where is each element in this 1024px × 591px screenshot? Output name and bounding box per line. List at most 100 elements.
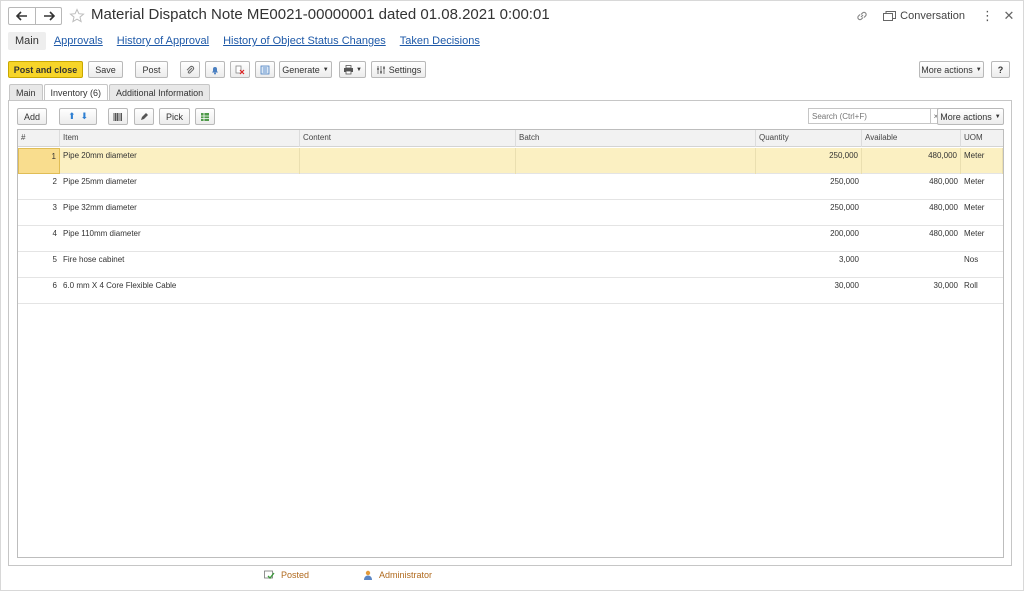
structure-button[interactable] [255, 61, 275, 78]
cell-item[interactable]: Pipe 25mm diameter [60, 174, 300, 200]
cell-quantity[interactable]: 30,000 [756, 278, 862, 304]
page-title: Material Dispatch Note ME0021-00000001 d… [91, 6, 550, 23]
cell-batch[interactable] [516, 174, 756, 200]
post-and-close-button[interactable]: Post and close [8, 61, 83, 78]
edit-button[interactable] [134, 108, 154, 125]
col-content[interactable]: Content [300, 130, 516, 147]
more-actions-button[interactable]: More actions ▼ [919, 61, 984, 78]
col-uom[interactable]: UOM [961, 130, 1003, 147]
cell-available[interactable]: 480,000 [862, 148, 961, 174]
cell-number[interactable]: 6 [18, 278, 60, 304]
col-number[interactable]: # [18, 130, 60, 147]
table-row[interactable]: 1 Pipe 20mm diameter 250,000 480,000 Meter [18, 148, 1003, 174]
cell-uom[interactable]: Meter [961, 148, 1003, 174]
cell-uom[interactable]: Meter [961, 200, 1003, 226]
print-button[interactable]: ▼ [339, 61, 366, 78]
author-link[interactable]: Administrator [363, 570, 432, 580]
forward-button[interactable] [35, 8, 61, 24]
table-row[interactable]: 2 Pipe 25mm diameter 250,000 480,000 Meter [18, 174, 1003, 200]
col-quantity[interactable]: Quantity [756, 130, 862, 147]
table-header: # Item Content Batch Quantity Available … [18, 130, 1003, 147]
cell-available[interactable]: 480,000 [862, 174, 961, 200]
cell-number[interactable]: 3 [18, 200, 60, 226]
tools-icon [376, 65, 385, 74]
search-input[interactable] [808, 108, 931, 124]
cell-content[interactable] [300, 226, 516, 252]
section-approvals[interactable]: Approvals [54, 35, 103, 47]
section-history-of-approval[interactable]: History of Approval [117, 35, 209, 47]
table-more-actions-button[interactable]: More actions ▼ [937, 108, 1004, 125]
reminder-button[interactable] [205, 61, 225, 78]
cell-batch[interactable] [516, 226, 756, 252]
barcode-button[interactable] [108, 108, 128, 125]
cell-available[interactable] [862, 252, 961, 278]
col-available[interactable]: Available [862, 130, 961, 147]
export-button[interactable] [195, 108, 215, 125]
cell-number[interactable]: 1 [18, 148, 60, 174]
back-button[interactable] [9, 8, 35, 24]
move-buttons: ⬆ ⬇ [59, 108, 97, 125]
post-button[interactable]: Post [135, 61, 168, 78]
cell-uom[interactable]: Meter [961, 174, 1003, 200]
cell-uom[interactable]: Nos [961, 252, 1003, 278]
link-icon[interactable] [855, 8, 871, 24]
cell-item[interactable]: Fire hose cabinet [60, 252, 300, 278]
user-icon [364, 570, 372, 580]
settings-button[interactable]: Settings [371, 61, 426, 78]
cell-quantity[interactable]: 200,000 [756, 226, 862, 252]
cell-quantity[interactable]: 250,000 [756, 174, 862, 200]
move-up-icon[interactable]: ⬆ [68, 111, 76, 122]
cell-batch[interactable] [516, 148, 756, 174]
help-button[interactable]: ? [991, 61, 1010, 78]
cell-content[interactable] [300, 148, 516, 174]
col-batch[interactable]: Batch [516, 130, 756, 147]
delete-movements-button[interactable] [230, 61, 250, 78]
attachment-button[interactable] [180, 61, 200, 78]
cell-quantity[interactable]: 3,000 [756, 252, 862, 278]
cell-available[interactable]: 480,000 [862, 200, 961, 226]
cell-quantity[interactable]: 250,000 [756, 148, 862, 174]
pick-button[interactable]: Pick [159, 108, 190, 125]
table-row[interactable]: 6 6.0 mm X 4 Core Flexible Cable 30,000 30,… [18, 278, 1003, 304]
cell-number[interactable]: 4 [18, 226, 60, 252]
move-down-icon[interactable]: ⬇ [81, 111, 89, 122]
more-menu-icon[interactable]: ⋮ [981, 9, 994, 23]
section-history-status-changes[interactable]: History of Object Status Changes [223, 35, 386, 47]
tab-additional-information[interactable]: Additional Information [109, 84, 211, 100]
table-row[interactable]: 3 Pipe 32mm diameter 250,000 480,000 Meter [18, 200, 1003, 226]
cell-number[interactable]: 5 [18, 252, 60, 278]
conversation-button[interactable]: Conversation [883, 10, 965, 22]
generate-label: Generate [282, 64, 320, 75]
cell-content[interactable] [300, 200, 516, 226]
table-row[interactable]: 5 Fire hose cabinet 3,000 Nos [18, 252, 1003, 278]
save-button[interactable]: Save [88, 61, 123, 78]
cell-item[interactable]: 6.0 mm X 4 Core Flexible Cable [60, 278, 300, 304]
cell-quantity[interactable]: 250,000 [756, 200, 862, 226]
posted-status[interactable]: Posted [264, 570, 309, 580]
cell-content[interactable] [300, 174, 516, 200]
section-main[interactable]: Main [8, 32, 46, 50]
close-icon[interactable]: ✕ [1003, 9, 1015, 23]
cell-batch[interactable] [516, 200, 756, 226]
hierarchy-icon [260, 65, 270, 74]
cell-uom[interactable]: Roll [961, 278, 1003, 304]
cell-available[interactable]: 30,000 [862, 278, 961, 304]
cell-number[interactable]: 2 [18, 174, 60, 200]
section-taken-decisions[interactable]: Taken Decisions [400, 35, 480, 47]
cell-available[interactable]: 480,000 [862, 226, 961, 252]
cell-uom[interactable]: Meter [961, 226, 1003, 252]
add-button[interactable]: Add [17, 108, 47, 125]
col-item[interactable]: Item [60, 130, 300, 147]
cell-batch[interactable] [516, 252, 756, 278]
cell-item[interactable]: Pipe 32mm diameter [60, 200, 300, 226]
cell-item[interactable]: Pipe 110mm diameter [60, 226, 300, 252]
cell-batch[interactable] [516, 278, 756, 304]
generate-button[interactable]: Generate ▼ [279, 61, 332, 78]
table-row[interactable]: 4 Pipe 110mm diameter 200,000 480,000 Meter [18, 226, 1003, 252]
cell-content[interactable] [300, 278, 516, 304]
cell-content[interactable] [300, 252, 516, 278]
tab-inventory[interactable]: Inventory (6) [43, 84, 109, 101]
cell-item[interactable]: Pipe 20mm diameter [60, 148, 300, 174]
favorite-star-icon[interactable] [69, 8, 85, 24]
tab-main[interactable]: Main [9, 84, 43, 100]
